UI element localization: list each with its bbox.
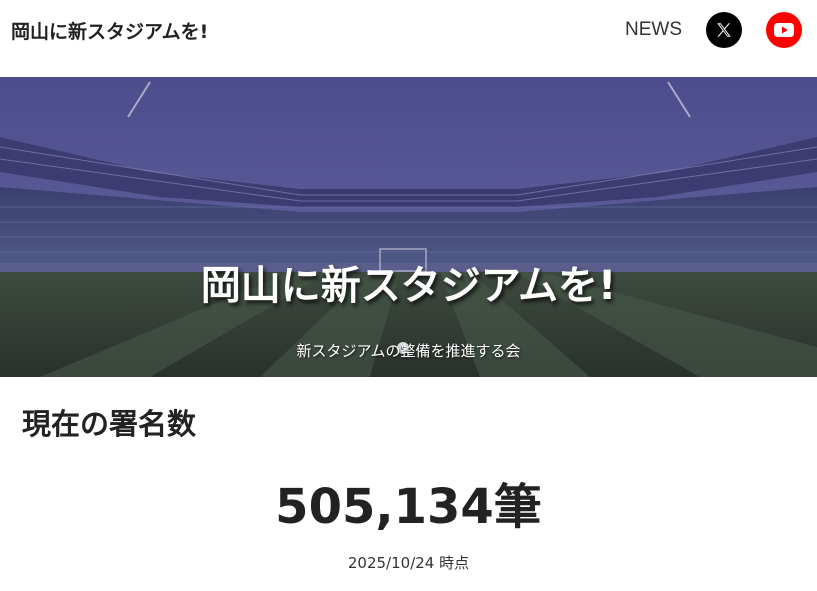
x-logo-icon bbox=[717, 23, 731, 37]
signature-count-value: 505,134筆 bbox=[275, 479, 542, 535]
youtube-social-button[interactable] bbox=[766, 12, 802, 48]
hero-banner: 岡山に新スタジアムを! 新スタジアムの整備を推進する会 bbox=[0, 77, 817, 377]
site-title[interactable]: 岡山に新スタジアムを! bbox=[11, 17, 208, 44]
signature-count-date: 2025/10/24 時点 bbox=[347, 554, 470, 572]
hero-title: 岡山に新スタジアムを! bbox=[200, 263, 617, 309]
nav-news-link[interactable]: NEWS bbox=[625, 19, 682, 41]
signature-count-heading: 現在の署名数 bbox=[22, 407, 197, 441]
youtube-play-icon bbox=[774, 23, 794, 37]
header-nav: NEWS bbox=[625, 12, 802, 48]
hero-subtitle: 新スタジアムの整備を推進する会 bbox=[296, 342, 521, 360]
signature-count-section: 現在の署名数 505,134筆 2025/10/24 時点 bbox=[0, 377, 817, 591]
x-social-button[interactable] bbox=[706, 12, 742, 48]
stadium-background-image bbox=[0, 77, 817, 377]
site-header: 岡山に新スタジアムを! NEWS bbox=[0, 0, 817, 77]
